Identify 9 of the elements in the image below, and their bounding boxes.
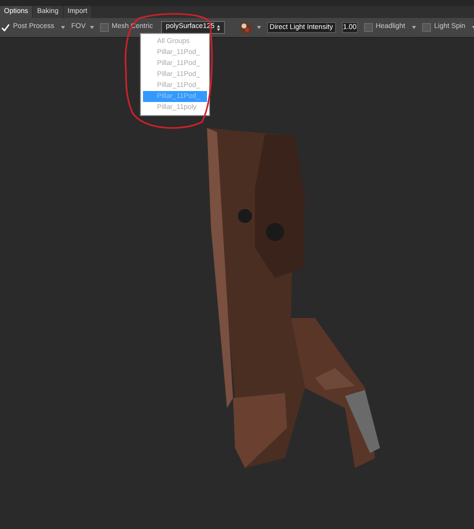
checkbox[interactable] bbox=[100, 23, 109, 32]
caret-icon bbox=[90, 26, 94, 29]
checkbox[interactable] bbox=[422, 23, 432, 32]
checkbox[interactable] bbox=[364, 23, 373, 32]
caret-icon bbox=[61, 26, 66, 29]
updown-icon bbox=[216, 24, 220, 30]
caret-icon bbox=[412, 26, 416, 29]
material-sphere-icon[interactable] bbox=[238, 20, 253, 34]
caret-icon bbox=[256, 26, 261, 29]
